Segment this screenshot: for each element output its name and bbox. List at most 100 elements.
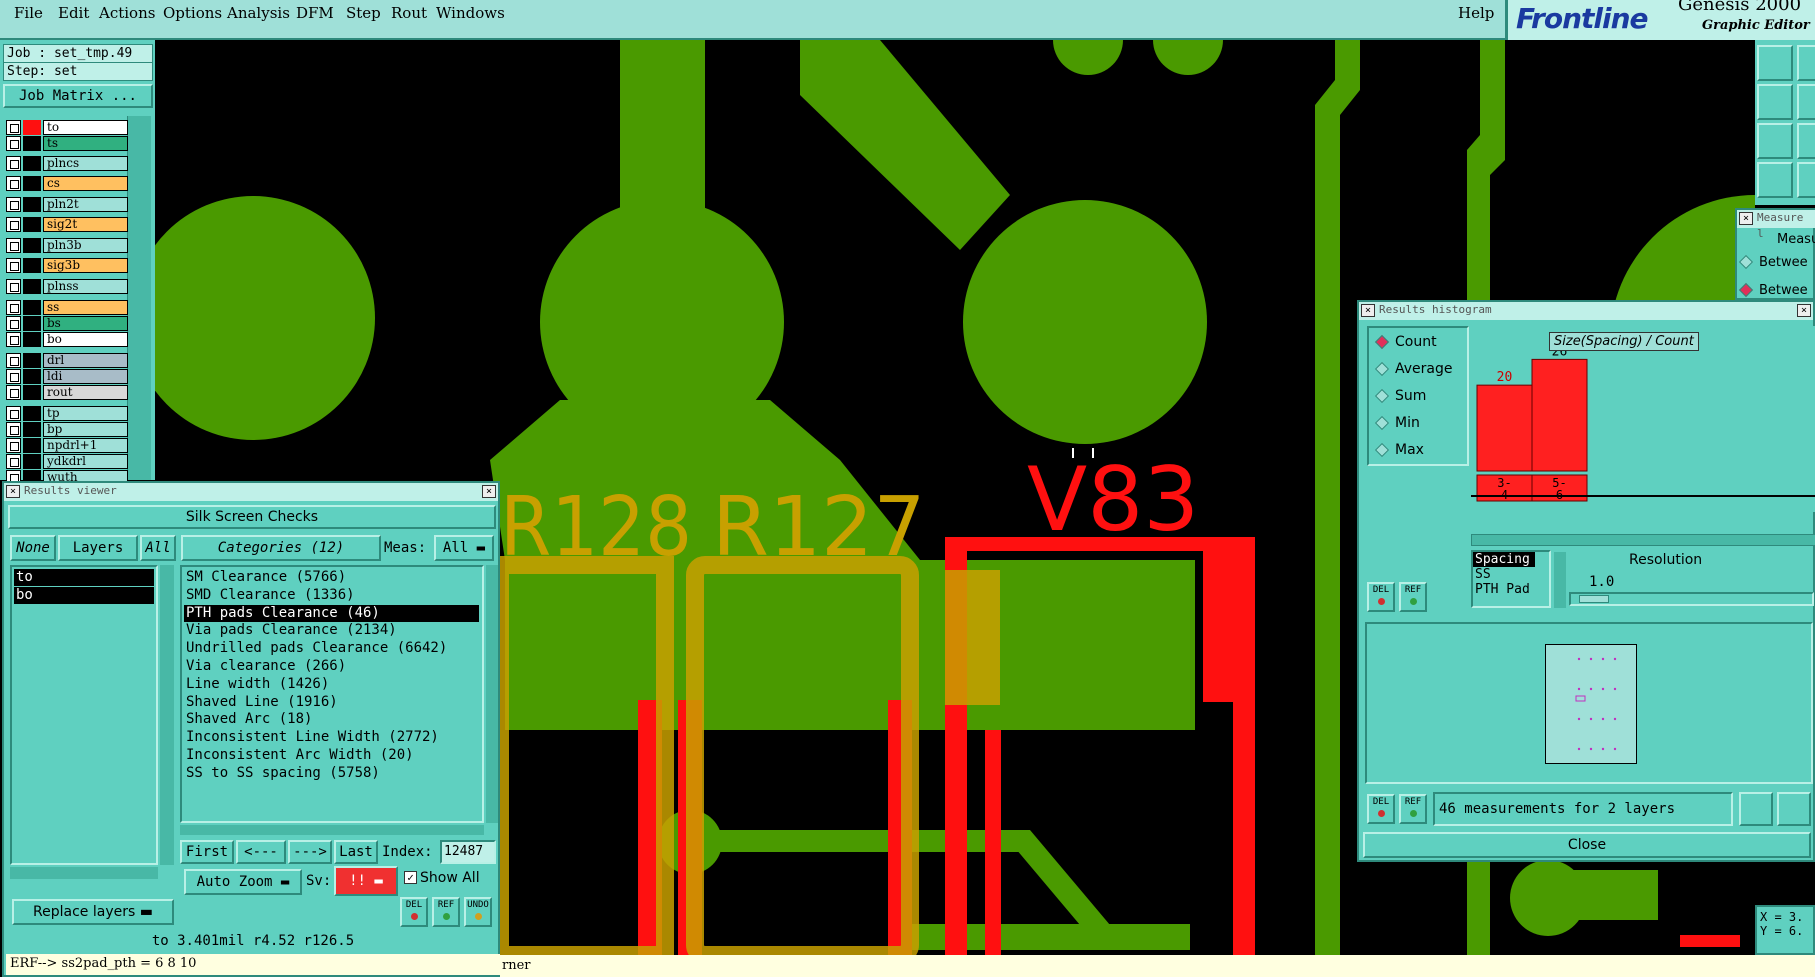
layer-row-ss[interactable]: ss <box>6 300 128 315</box>
layer-color-swatch[interactable] <box>23 422 41 437</box>
layer-list-scrollbar[interactable] <box>160 565 174 865</box>
layer-color-swatch[interactable] <box>23 385 41 400</box>
viewer-layer-item[interactable]: to <box>14 569 154 586</box>
viewer-undo-button[interactable]: UNDO <box>464 897 492 927</box>
category-scrollbar[interactable] <box>486 565 498 823</box>
layer-name[interactable]: to <box>43 120 128 135</box>
layer-color-swatch[interactable] <box>23 238 41 253</box>
category-item[interactable]: Inconsistent Line Width (2772) <box>184 729 439 746</box>
layer-color-swatch[interactable] <box>23 438 41 453</box>
show-all-checkbox[interactable]: ✓ <box>404 871 417 884</box>
zoom-in-icon[interactable] <box>1797 45 1815 81</box>
layer-name[interactable]: ss <box>43 300 128 315</box>
layer-checkbox[interactable] <box>6 238 21 253</box>
viewer-layer-item[interactable]: bo <box>14 587 154 604</box>
layer-checkbox[interactable] <box>6 156 21 171</box>
layer-name[interactable]: ldi <box>43 369 128 384</box>
viewer-ref-button[interactable]: REF <box>432 897 460 927</box>
layer-color-swatch[interactable] <box>23 316 41 331</box>
layer-color-swatch[interactable] <box>23 369 41 384</box>
pan-right-icon[interactable] <box>1797 84 1815 120</box>
layer-color-swatch[interactable] <box>23 353 41 368</box>
viewer-close-icon[interactable]: × <box>482 485 496 498</box>
viewer-menu-icon[interactable]: × <box>6 485 20 498</box>
category-item[interactable]: Shaved Line (1916) <box>184 694 338 711</box>
category-item[interactable]: PTH pads Clearance (46) <box>184 604 479 622</box>
category-item[interactable]: Inconsistent Arc Width (20) <box>184 747 414 764</box>
layer-row-ts[interactable]: ts <box>6 136 128 151</box>
layer-name[interactable]: cs <box>43 176 128 191</box>
layer-checkbox[interactable] <box>6 422 21 437</box>
layer-color-swatch[interactable] <box>23 279 41 294</box>
menu-rout[interactable]: Rout <box>391 4 427 22</box>
severity-dropdown[interactable]: !! ▬ <box>334 866 398 896</box>
job-matrix-button[interactable]: Job Matrix ... <box>3 84 153 108</box>
layer-row-bp[interactable]: bp <box>6 422 128 437</box>
layer-name[interactable]: plnss <box>43 279 128 294</box>
layer-row-to[interactable]: to <box>6 120 128 135</box>
attribute-scrollbar[interactable] <box>1554 552 1566 608</box>
layer-color-swatch[interactable] <box>23 156 41 171</box>
histogram-close-icon[interactable]: × <box>1797 304 1811 317</box>
category-item[interactable]: SM Clearance (5766) <box>184 569 346 586</box>
layer-checkbox[interactable] <box>6 176 21 191</box>
menu-analysis[interactable]: Analysis <box>227 4 290 22</box>
layer-name[interactable]: pln3b <box>43 238 128 253</box>
layer-row-npdrl1[interactable]: npdrl+1 <box>6 438 128 453</box>
layer-checkbox[interactable] <box>6 454 21 469</box>
menu-edit[interactable]: Edit <box>58 4 89 22</box>
layer-row-plnss[interactable]: plnss <box>6 279 128 294</box>
layer-name[interactable]: npdrl+1 <box>43 438 128 453</box>
menu-file[interactable]: File <box>14 4 43 22</box>
layer-scrollbar[interactable] <box>127 116 151 480</box>
menu-actions[interactable]: Actions <box>99 4 155 22</box>
measure-opt-2[interactable]: Betwee <box>1738 280 1808 300</box>
attribute-item[interactable]: SS <box>1473 567 1549 582</box>
layer-row-cs[interactable]: cs <box>6 176 128 191</box>
layer-checkbox[interactable] <box>6 300 21 315</box>
menu-windows[interactable]: Windows <box>436 4 505 22</box>
layer-name[interactable]: plncs <box>43 156 128 171</box>
zoom-home-icon[interactable] <box>1757 45 1793 81</box>
layer-checkbox[interactable] <box>6 369 21 384</box>
layer-color-swatch[interactable] <box>23 258 41 273</box>
next-button[interactable]: ---> <box>288 840 332 864</box>
layer-checkbox[interactable] <box>6 120 21 135</box>
layer-checkbox[interactable] <box>6 438 21 453</box>
category-item[interactable]: Via pads Clearance (2134) <box>184 622 397 639</box>
layer-checkbox[interactable] <box>6 136 21 151</box>
layer-row-rout[interactable]: rout <box>6 385 128 400</box>
auto-zoom-dropdown[interactable]: Auto Zoom ▬ <box>184 869 302 895</box>
attribute-item-selected[interactable]: Spacing <box>1473 552 1535 567</box>
layer-row-bs[interactable]: bs <box>6 316 128 331</box>
layer-row-sig3b[interactable]: sig3b <box>6 258 128 273</box>
category-item[interactable]: SMD Clearance (1336) <box>184 587 355 604</box>
layer-checkbox[interactable] <box>6 258 21 273</box>
category-item[interactable]: Line width (1426) <box>184 676 329 693</box>
snap-icon[interactable] <box>1797 162 1815 198</box>
layer-row-pln2t[interactable]: pln2t <box>6 197 128 212</box>
layer-name[interactable]: tp <box>43 406 128 421</box>
mode-radio-sum[interactable]: Sum <box>1374 386 1426 406</box>
layer-checkbox[interactable] <box>6 332 21 347</box>
layer-name[interactable]: bs <box>43 316 128 331</box>
layer-checkbox[interactable] <box>6 353 21 368</box>
layer-name[interactable]: sig3b <box>43 258 128 273</box>
report-icon[interactable] <box>1777 792 1811 826</box>
histogram-bar[interactable] <box>1476 384 1533 472</box>
measure-opt-1[interactable]: Betwee <box>1738 252 1808 272</box>
menu-dfm[interactable]: DFM <box>296 4 334 22</box>
hist-del-button[interactable]: DEL <box>1367 582 1395 612</box>
layer-color-swatch[interactable] <box>23 332 41 347</box>
histogram-close-button[interactable]: Close <box>1363 832 1811 858</box>
resolution-slider[interactable] <box>1569 592 1814 606</box>
layer-row-pln3b[interactable]: pln3b <box>6 238 128 253</box>
measure-tool-icon[interactable] <box>1757 162 1793 198</box>
layer-color-swatch[interactable] <box>23 406 41 421</box>
index-input[interactable]: 12487 <box>440 840 496 864</box>
menu-options[interactable]: Options <box>163 4 222 22</box>
menu-step[interactable]: Step <box>346 4 381 22</box>
layer-row-plncs[interactable]: plncs <box>6 156 128 171</box>
layer-checkbox[interactable] <box>6 217 21 232</box>
category-item[interactable]: SS to SS spacing (5758) <box>184 765 380 782</box>
